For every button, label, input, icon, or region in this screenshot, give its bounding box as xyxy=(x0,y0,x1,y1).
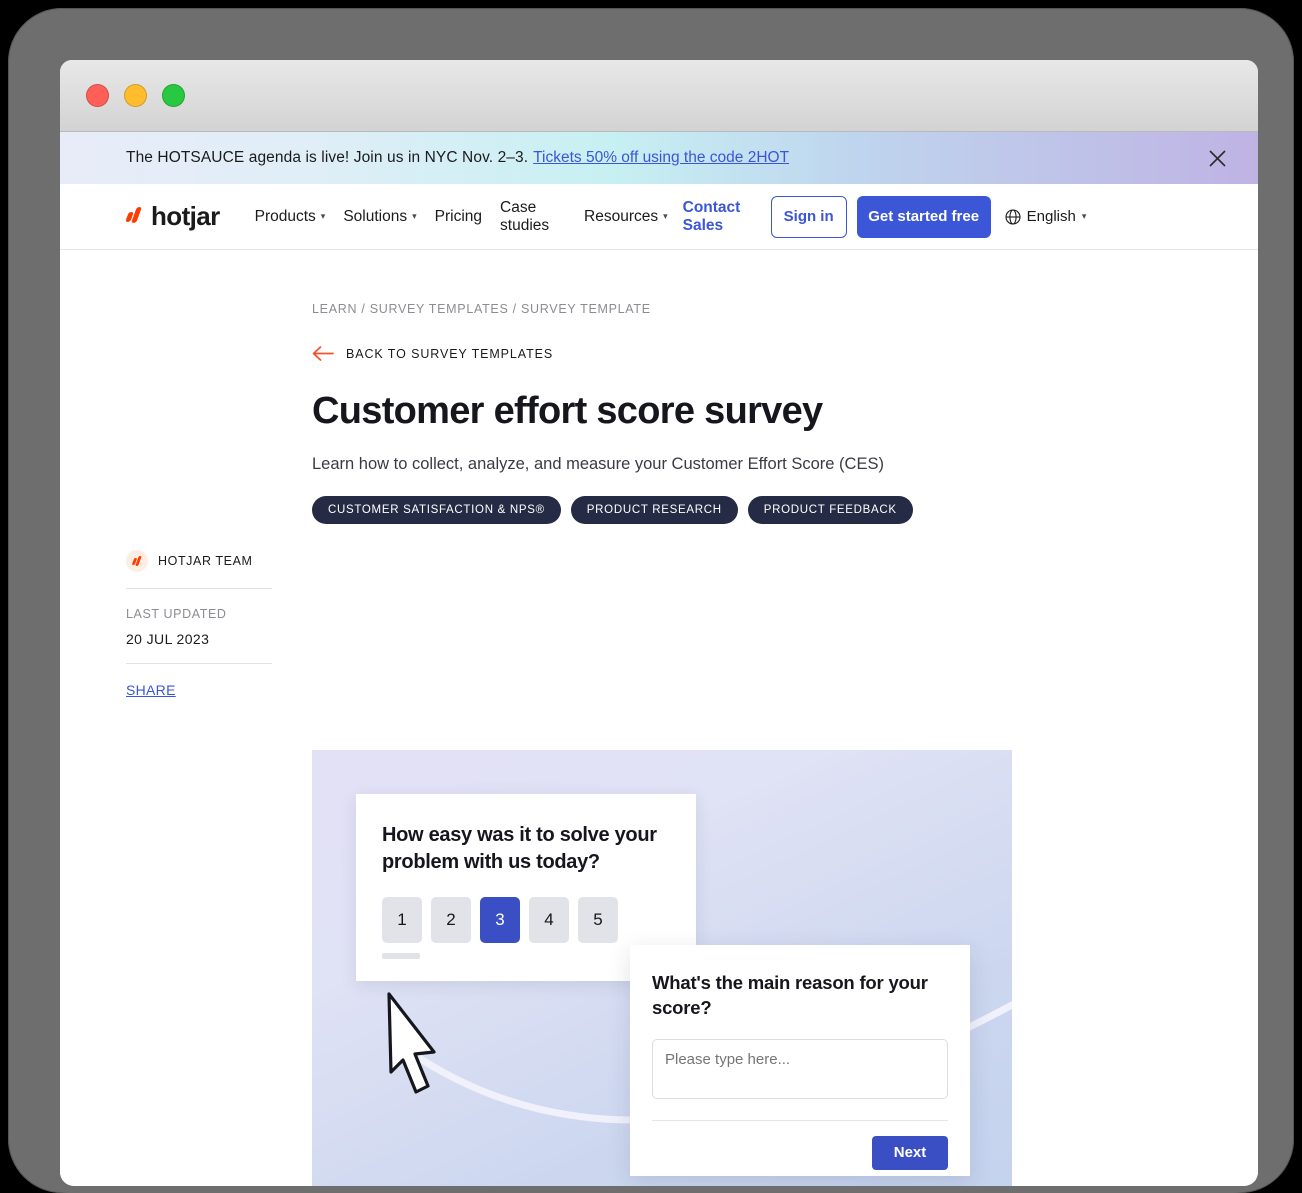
next-button[interactable]: Next xyxy=(872,1135,948,1170)
page-content: LEARN / SURVEY TEMPLATES / SURVEY TEMPLA… xyxy=(60,250,1258,1186)
avatar xyxy=(126,550,148,572)
breadcrumb[interactable]: LEARN / SURVEY TEMPLATES / SURVEY TEMPLA… xyxy=(312,302,651,316)
rating-option-4[interactable]: 4 xyxy=(529,897,569,944)
survey-question-text: How easy was it to solve your problem wi… xyxy=(382,824,657,873)
window-minimize-button[interactable] xyxy=(124,84,147,107)
hotjar-flame-icon xyxy=(125,206,143,227)
tag-list: CUSTOMER SATISFACTION & NPS® PRODUCT RES… xyxy=(312,496,913,524)
announcement-link[interactable]: Tickets 50% off using the code 2HOT xyxy=(533,149,789,167)
nav-item-label: Pricing xyxy=(434,207,483,225)
back-to-survey-templates-link[interactable]: BACK TO SURVEY TEMPLATES xyxy=(312,346,553,361)
main-navigation: hotjar Products ▾ Solutions ▾ Pricing Ca… xyxy=(60,184,1258,250)
language-label: English xyxy=(1026,208,1076,225)
hotjar-flame-icon xyxy=(131,555,143,568)
rating-scale: 1 2 3 4 5 xyxy=(382,897,670,944)
chevron-down-icon: ▾ xyxy=(412,211,417,222)
survey-answer-input[interactable] xyxy=(652,1038,948,1099)
tag-pill[interactable]: PRODUCT RESEARCH xyxy=(570,496,738,524)
device-frame: The HOTSAUCE agenda is live! Join us in … xyxy=(8,8,1294,1193)
page-title: Customer effort score survey xyxy=(312,390,823,432)
progress-indicator xyxy=(382,953,420,960)
last-updated-label: LAST UPDATED xyxy=(126,607,227,621)
window-close-button[interactable] xyxy=(86,84,109,107)
nav-item-pricing[interactable]: Pricing xyxy=(426,208,491,226)
nav-actions: Sign in Get started free xyxy=(770,195,991,238)
browser-window: The HOTSAUCE agenda is live! Join us in … xyxy=(60,60,1258,1186)
nav-item-solutions[interactable]: Solutions ▾ xyxy=(334,208,425,226)
arrow-left-icon xyxy=(312,346,334,361)
hotjar-logo[interactable]: hotjar xyxy=(125,201,220,232)
rating-option-2[interactable]: 2 xyxy=(431,897,471,944)
nav-item-case-studies[interactable]: Case studies xyxy=(491,199,557,235)
globe-icon xyxy=(1005,208,1021,225)
close-icon[interactable] xyxy=(1204,145,1230,171)
tag-pill[interactable]: PRODUCT FEEDBACK xyxy=(747,496,913,524)
nav-item-label: Solutions xyxy=(343,207,408,225)
survey-card-question-2: What's the main reason for your score? N… xyxy=(630,945,970,1176)
rating-option-5[interactable]: 5 xyxy=(578,897,618,944)
share-link[interactable]: SHARE xyxy=(126,682,176,698)
chevron-down-icon: ▾ xyxy=(663,211,668,222)
meta-sidebar: HOTJAR TEAM LAST UPDATED 20 JUL 2023 SHA… xyxy=(126,550,272,700)
rating-option-3[interactable]: 3 xyxy=(480,897,520,944)
nav-item-products[interactable]: Products ▾ xyxy=(246,208,335,226)
browser-titlebar xyxy=(60,60,1258,132)
rating-option-1[interactable]: 1 xyxy=(382,897,422,944)
author-row: HOTJAR TEAM xyxy=(126,550,272,588)
nav-item-label: Products xyxy=(254,207,316,225)
nav-item-resources[interactable]: Resources ▾ xyxy=(575,208,677,226)
back-link-label: BACK TO SURVEY TEMPLATES xyxy=(346,346,554,361)
get-started-free-button[interactable]: Get started free xyxy=(856,195,991,238)
language-selector[interactable]: English ▾ xyxy=(1005,208,1087,225)
nav-item-contact-sales[interactable]: Contact Sales xyxy=(683,199,755,235)
last-updated-value: 20 JUL 2023 xyxy=(126,631,210,647)
survey-question-text: What's the main reason for your score? xyxy=(652,972,928,1018)
hero-illustration: How easy was it to solve your problem wi… xyxy=(312,750,1012,1186)
nav-item-label: Resources xyxy=(584,207,659,225)
divider xyxy=(652,1119,948,1121)
chevron-down-icon: ▾ xyxy=(1081,211,1087,221)
nav-item-label: Case studies xyxy=(500,198,550,234)
announcement-banner: The HOTSAUCE agenda is live! Join us in … xyxy=(60,132,1258,184)
divider xyxy=(126,663,272,664)
last-updated-block: LAST UPDATED 20 JUL 2023 xyxy=(126,589,272,663)
mouse-cursor-arrow-icon xyxy=(387,992,436,1094)
page-subtitle: Learn how to collect, analyze, and measu… xyxy=(312,455,884,473)
window-zoom-button[interactable] xyxy=(162,84,185,107)
author-name: HOTJAR TEAM xyxy=(158,554,253,568)
sign-in-button[interactable]: Sign in xyxy=(770,195,847,238)
brand-wordmark: hotjar xyxy=(151,201,220,231)
tag-pill[interactable]: CUSTOMER SATISFACTION & NPS® xyxy=(312,496,561,524)
chevron-down-icon: ▾ xyxy=(320,211,326,222)
announcement-text: The HOTSAUCE agenda is live! Join us in … xyxy=(126,149,529,166)
